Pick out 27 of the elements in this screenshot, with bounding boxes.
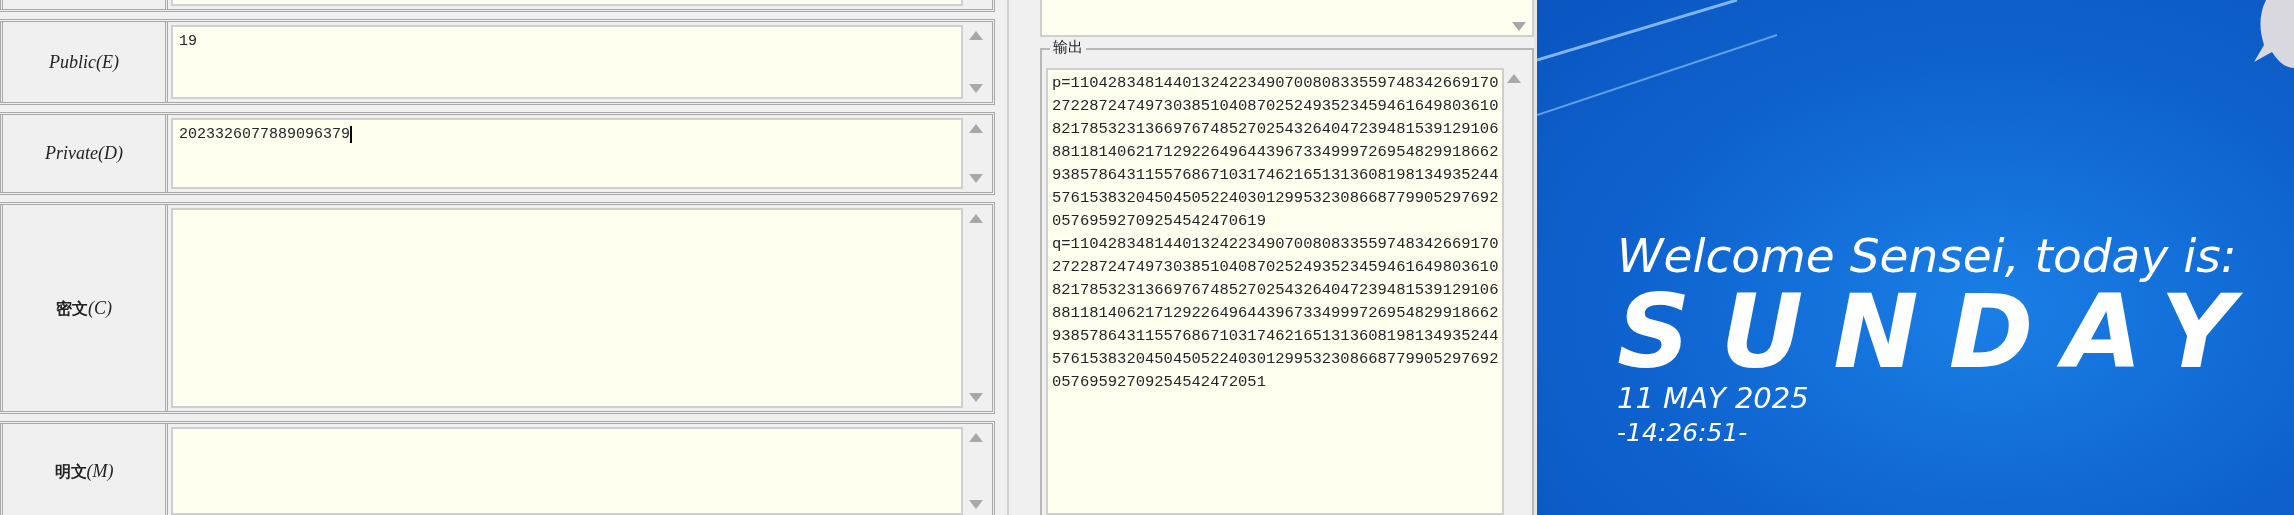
scroll-down-icon[interactable] (969, 84, 983, 93)
scroll-down-icon[interactable] (969, 393, 983, 402)
field-label: Public(E) (49, 50, 119, 74)
group-label: 输出 (1050, 37, 1086, 57)
scroll-down-icon[interactable] (969, 500, 983, 509)
field-label: 明文(M) (54, 459, 114, 483)
input-field[interactable] (171, 208, 963, 408)
scroll-up-icon[interactable] (1507, 74, 1522, 83)
input-field[interactable]: 19 (171, 25, 963, 99)
output-text: p=110428348144013242234907008083355974834266917027228724749730385104087025249352345946164980361082178532313669767485270254326404723948153912910688118140621712922649644396733499972695482991866293857864311557686710317462165131360819813493524457615383204504505224030129953230866877990529769205769592709254542470619 q=110428348144013242234907008083355974834266917027228724749730385104087025249352345946164980361082178532313669767485270254326404723948153912910688118140621712922649644396733499972695482991866293857864311557686710317462165131360819813493524457615383204504505224030129953230866877990529769205769592709254542472051 (1046, 68, 1505, 515)
scroll-up-icon[interactable] (969, 214, 983, 223)
greeting-text: Welcome Sensei, today is: (1617, 228, 2238, 284)
weekday-text: SUNDAY (1617, 284, 2266, 380)
scroll-up-icon[interactable] (969, 433, 983, 442)
field-label: Private(D) (45, 142, 123, 165)
character-artwork (2254, 0, 2294, 70)
input-field[interactable] (171, 0, 963, 6)
scroll-up-icon[interactable] (969, 31, 983, 40)
input-field[interactable]: 2023326077889096379 (171, 118, 963, 189)
scroll-down-icon[interactable] (969, 174, 983, 183)
input-field[interactable] (171, 427, 963, 515)
text-area[interactable] (1040, 0, 1534, 37)
time-text: -14:26:51- (1617, 417, 1749, 449)
date-text: 11 MAY 2025 (1617, 380, 1810, 416)
scroll-up-icon[interactable] (969, 124, 983, 133)
scroll-down-icon[interactable] (1512, 22, 1526, 31)
field-label: 密文(C) (56, 296, 112, 320)
